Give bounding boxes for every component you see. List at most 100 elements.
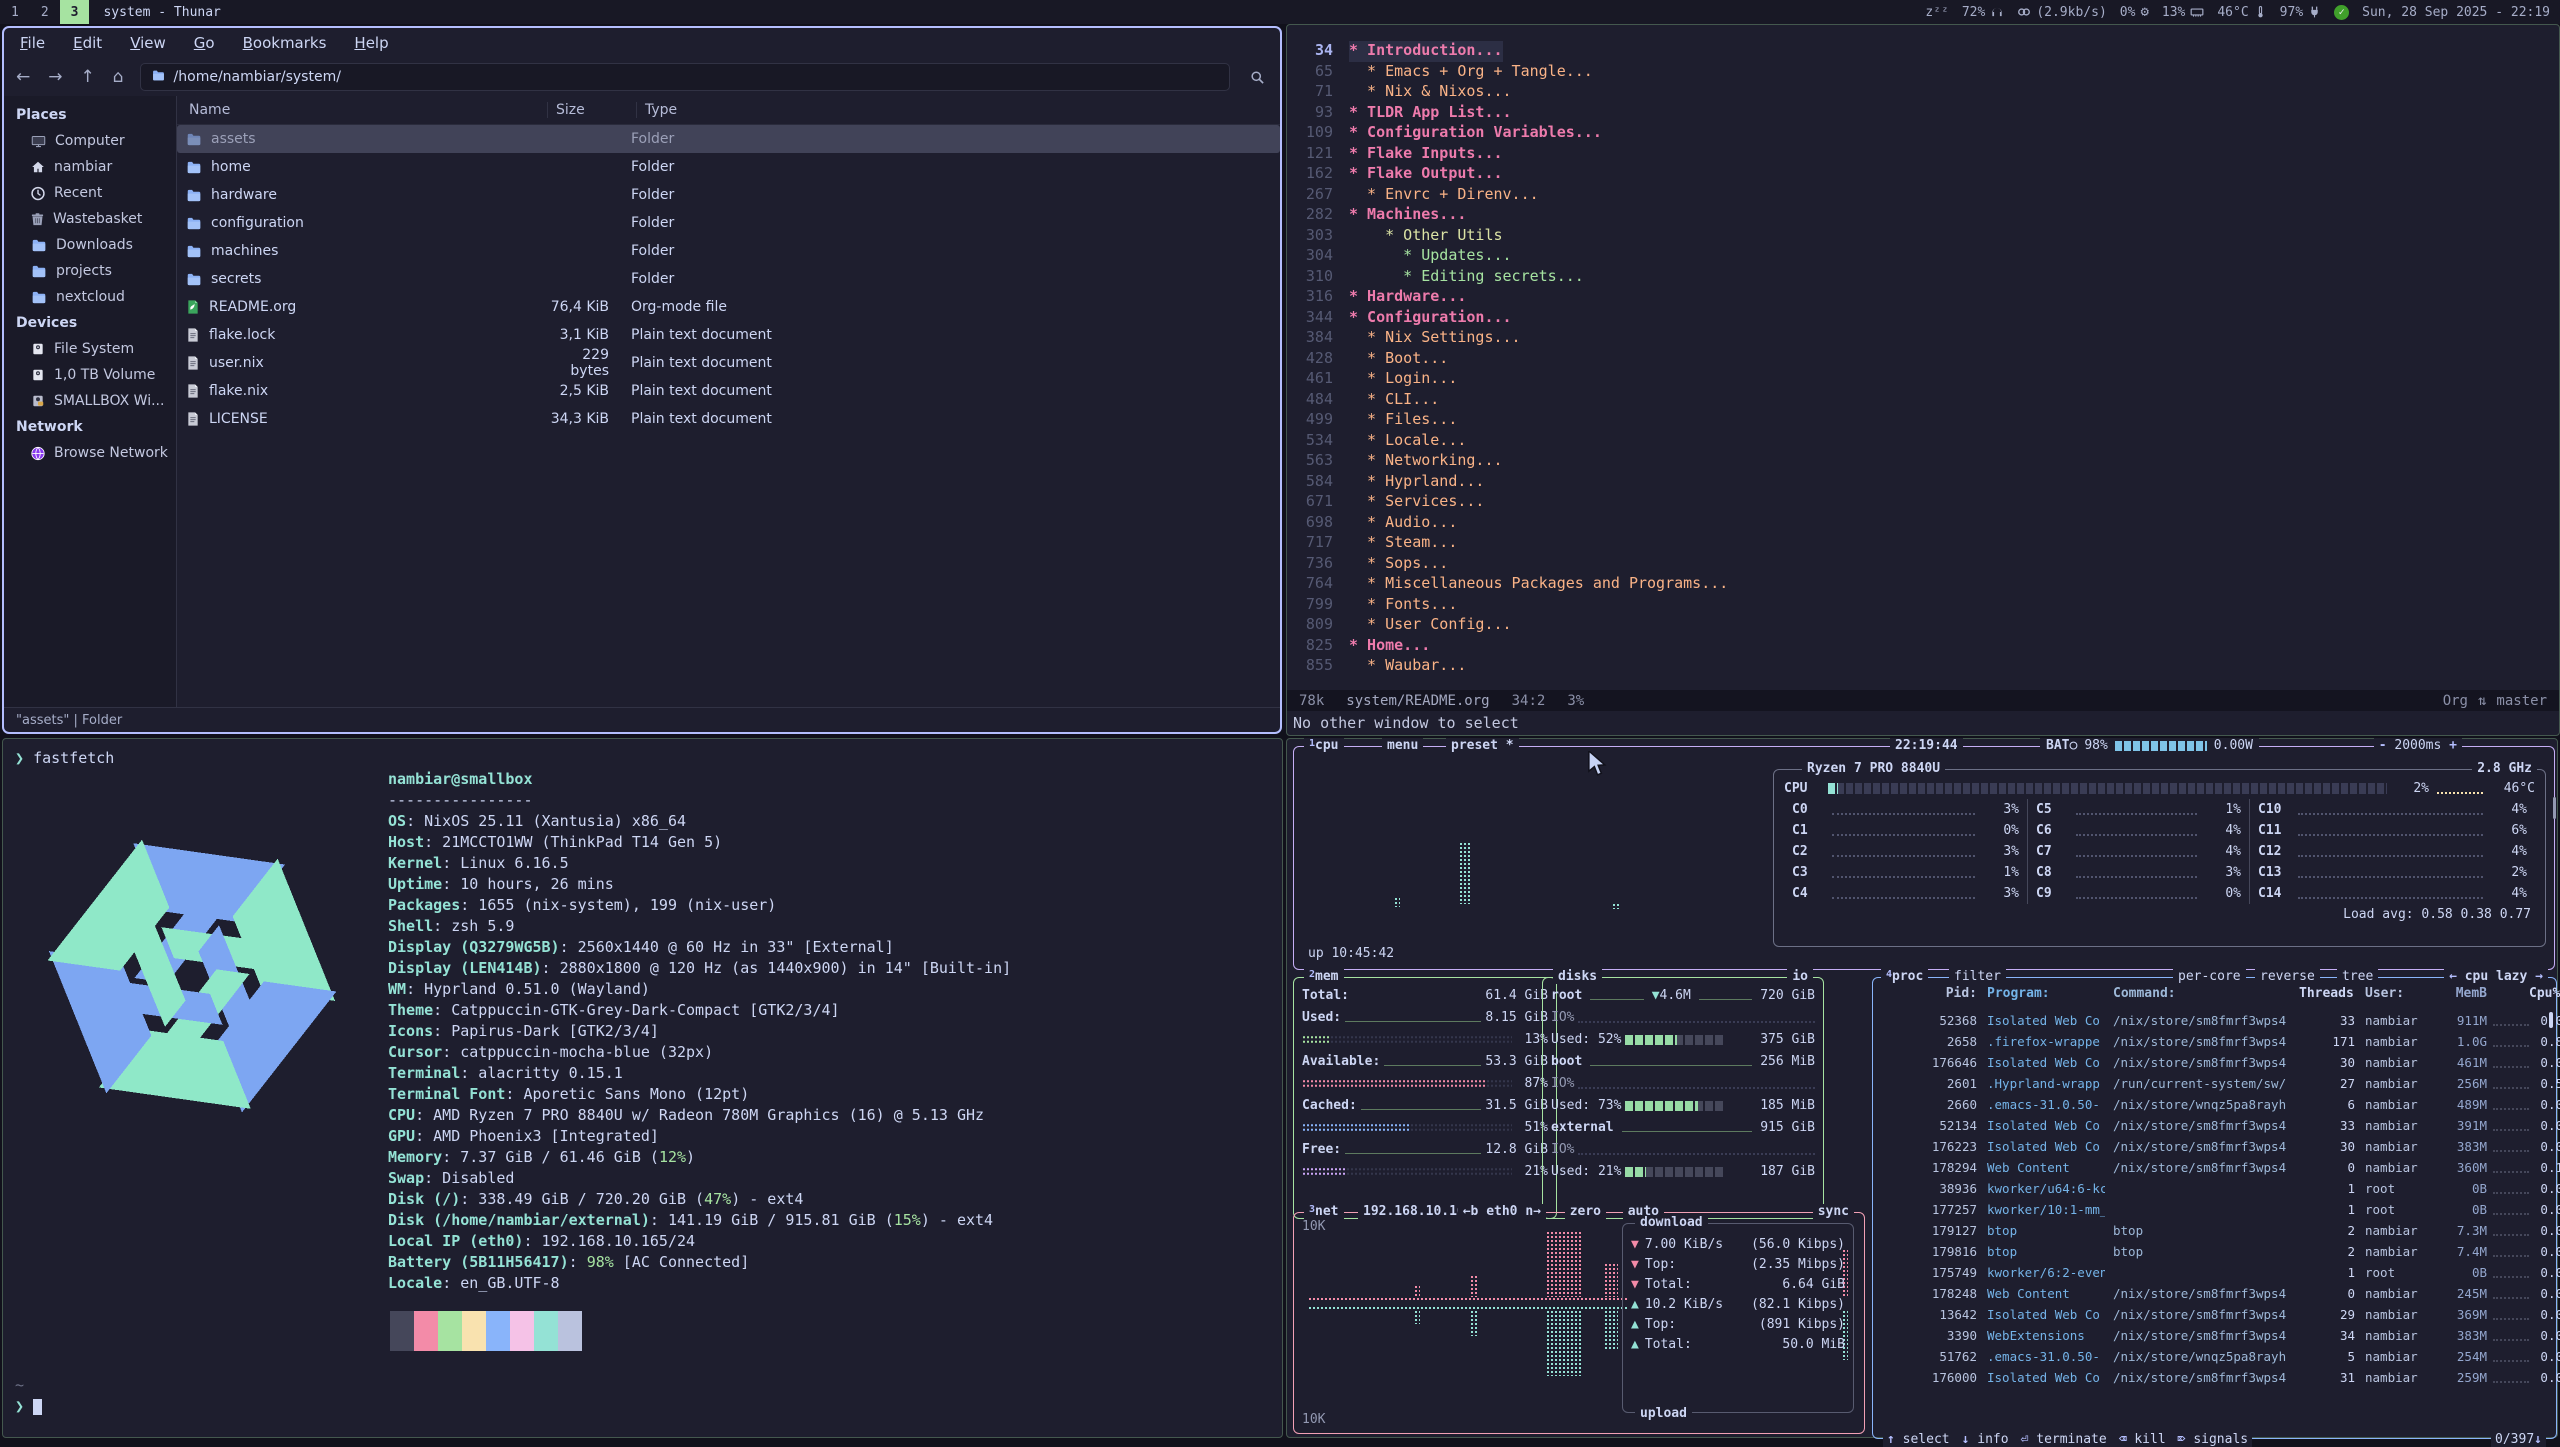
terminal-window[interactable]: ❯ fastfetch nambiar@smallbox------------… <box>2 738 1283 1438</box>
header-pid[interactable]: Pid: <box>1881 986 1977 1001</box>
table-row[interactable]: machines Folder <box>177 237 1280 265</box>
process-row[interactable]: 52134Isolated Web Co/nix/store/sm8fmrf3w… <box>1881 1115 2548 1136</box>
sidebar-item-recent[interactable]: Recent <box>4 180 176 206</box>
process-row[interactable]: 178248Web Content/nix/store/sm8fmrf3wps4… <box>1881 1283 2548 1304</box>
option-per-core[interactable]: per-core <box>2173 969 2246 984</box>
menu-help[interactable]: Help <box>354 34 388 52</box>
process-row[interactable]: 179127btopbtop2nambiar7.3M0.0 <box>1881 1220 2548 1241</box>
path-bar[interactable]: /home/nambiar/system/ <box>140 63 1230 91</box>
menu-bookmarks[interactable]: Bookmarks <box>243 34 327 52</box>
table-row[interactable]: flake.lock 3,1 KiB Plain text document <box>177 321 1280 349</box>
status-module-8[interactable]: Sun, 28 Sep 2025 - 22:19 <box>2362 5 2550 20</box>
sidebar-item-1-0-tb-volume[interactable]: 1,0 TB Volume <box>4 362 176 388</box>
net-tab-2[interactable]: zero <box>1565 1204 1606 1219</box>
back-button[interactable]: ← <box>16 69 30 86</box>
process-row[interactable]: 176000Isolated Web Co/nix/store/sm8fmrf3… <box>1881 1367 2548 1388</box>
header-threads[interactable]: Threads: <box>2299 986 2355 1001</box>
process-row[interactable]: 176646Isolated Web Co/nix/store/sm8fmrf3… <box>1881 1052 2548 1073</box>
sidebar-item-nextcloud[interactable]: nextcloud <box>4 284 176 310</box>
table-row[interactable]: secrets Folder <box>177 265 1280 293</box>
option-reverse[interactable]: reverse <box>2255 969 2320 984</box>
status-module-0[interactable]: zᶻᶻ <box>1925 5 1948 20</box>
tab-proc[interactable]: 4proc <box>1881 969 1928 984</box>
up-button[interactable]: ↑ <box>81 69 95 86</box>
status-module-5[interactable]: 46°C <box>2217 5 2266 20</box>
file-type: Plain text document <box>609 411 1280 427</box>
process-row[interactable]: 52368Isolated Web Co/nix/store/sm8fmrf3w… <box>1881 1010 2548 1031</box>
fastfetch-line: Display (Q3279WG5B): 2560x1440 @ 60 Hz i… <box>388 937 1011 958</box>
sidebar-item-nambiar[interactable]: nambiar <box>4 154 176 180</box>
home-button[interactable]: ⌂ <box>113 69 124 86</box>
forward-button[interactable]: → <box>48 69 62 86</box>
column-header-type[interactable]: Type <box>636 102 1280 118</box>
menu-file[interactable]: File <box>20 34 45 52</box>
header-command[interactable]: Command: <box>2113 986 2299 1001</box>
sidebar-item-projects[interactable]: projects <box>4 258 176 284</box>
core-percent: 4% <box>2203 823 2241 838</box>
sidebar-item-downloads[interactable]: Downloads <box>4 232 176 258</box>
sidebar-item-smallbox-wi-[interactable]: SMALLBOX Wi... <box>4 388 176 414</box>
workspace-button-3[interactable]: 3 <box>60 0 90 24</box>
tab-io[interactable]: io <box>1787 969 1813 984</box>
column-header-name[interactable]: Name <box>177 102 547 118</box>
search-button[interactable] <box>1246 70 1268 85</box>
table-row[interactable]: user.nix 229 bytes Plain text document <box>177 349 1280 377</box>
header-mem[interactable]: MemB <box>2441 986 2487 1001</box>
table-row[interactable]: hardware Folder <box>177 181 1280 209</box>
tab-disks[interactable]: disks <box>1553 969 1602 984</box>
filter-button[interactable]: filter <box>1949 969 2006 984</box>
mem-entry-value: 31.5 GiB <box>1485 1098 1548 1113</box>
process-row[interactable]: 2660.emacs-31.0.50-/nix/store/wnqz5pa8ra… <box>1881 1094 2548 1115</box>
core-graph <box>2298 889 2483 899</box>
process-row[interactable]: 177257kworker/10:1-mm_1root0B0.0 <box>1881 1199 2548 1220</box>
menu-button[interactable]: menu <box>1382 738 1423 753</box>
table-row[interactable]: assets Folder <box>177 125 1280 153</box>
net-tab-0[interactable]: sync <box>1813 1204 1854 1219</box>
sidebar-item-wastebasket[interactable]: Wastebasket <box>4 206 176 232</box>
tab-cpu[interactable]: 1cpu <box>1304 738 1344 753</box>
table-row[interactable]: flake.nix 2,5 KiB Plain text document <box>177 377 1280 405</box>
status-module-4[interactable]: 13% <box>2162 5 2204 20</box>
table-row[interactable]: LICENSE 34,3 KiB Plain text document <box>177 405 1280 433</box>
status-module-2[interactable]: (2.9kb/s) <box>2017 5 2106 20</box>
tab-mem[interactable]: 2mem <box>1304 969 1344 984</box>
update-interval[interactable]: - 2000ms + <box>2374 738 2462 753</box>
status-module-3[interactable]: 0%⚙ <box>2120 4 2149 20</box>
process-row[interactable]: 178294Web Content/nix/store/sm8fmrf3wps4… <box>1881 1157 2548 1178</box>
process-row[interactable]: 13642Isolated Web Co/nix/store/sm8fmrf3w… <box>1881 1304 2548 1325</box>
table-row[interactable]: README.org 76,4 KiB Org-mode file <box>177 293 1280 321</box>
status-module-1[interactable]: 72% <box>1962 5 2004 20</box>
column-header-size[interactable]: Size <box>547 102 622 118</box>
status-module-6[interactable]: 97% <box>2280 5 2321 20</box>
header-program[interactable]: Program: <box>1987 986 2105 1001</box>
process-row[interactable]: 2658.firefox-wrappe/nix/store/sm8fmrf3wp… <box>1881 1031 2548 1052</box>
sidebar-item-file-system[interactable]: File System <box>4 336 176 362</box>
workspace-button-1[interactable]: 1 <box>0 0 30 24</box>
table-row[interactable]: configuration Folder <box>177 209 1280 237</box>
scrollbar-thumb[interactable] <box>2549 1012 2553 1028</box>
menu-edit[interactable]: Edit <box>73 34 102 52</box>
table-row[interactable]: home Folder <box>177 153 1280 181</box>
status-module-7[interactable]: ✓ <box>2334 5 2349 20</box>
process-row[interactable]: 38936kworker/u64:6-kc1root0B0.0 <box>1881 1178 2548 1199</box>
sort-selector[interactable]: ← cpu lazy → <box>2444 969 2548 984</box>
org-buffer[interactable]: 34* Introduction...65 * Emacs + Org + Ta… <box>1287 25 2559 690</box>
process-row[interactable]: 2601.Hyprland-wrapp/run/current-system/s… <box>1881 1073 2548 1094</box>
option-tree[interactable]: tree <box>2337 969 2378 984</box>
tab-net[interactable]: 3net <box>1304 1204 1344 1219</box>
menu-go[interactable]: Go <box>194 34 215 52</box>
workspace-button-2[interactable]: 2 <box>30 0 60 24</box>
preset-button[interactable]: preset * <box>1446 738 1519 753</box>
process-row[interactable]: 176223Isolated Web Co/nix/store/sm8fmrf3… <box>1881 1136 2548 1157</box>
process-row[interactable]: 179816btopbtop2nambiar7.4M0.0 <box>1881 1241 2548 1262</box>
process-row[interactable]: 3390WebExtensions/nix/store/sm8fmrf3wps4… <box>1881 1325 2548 1346</box>
net-tab-3[interactable]: ←b eth0 n→ <box>1458 1204 1546 1219</box>
process-row[interactable]: 175749kworker/6:2-even1root0B0.0 <box>1881 1262 2548 1283</box>
header-cpu[interactable]: Cpu% ↑ <box>2529 986 2560 1001</box>
sidebar-item-browse-network[interactable]: Browse Network <box>4 440 176 466</box>
menu-view[interactable]: View <box>130 34 166 52</box>
process-row[interactable]: 51762.emacs-31.0.50-/nix/store/wnqz5pa8r… <box>1881 1346 2548 1367</box>
header-user[interactable]: User: <box>2365 986 2441 1001</box>
sidebar-item-computer[interactable]: Computer <box>4 128 176 154</box>
git-branch-icon: ⇅ <box>2478 693 2486 709</box>
